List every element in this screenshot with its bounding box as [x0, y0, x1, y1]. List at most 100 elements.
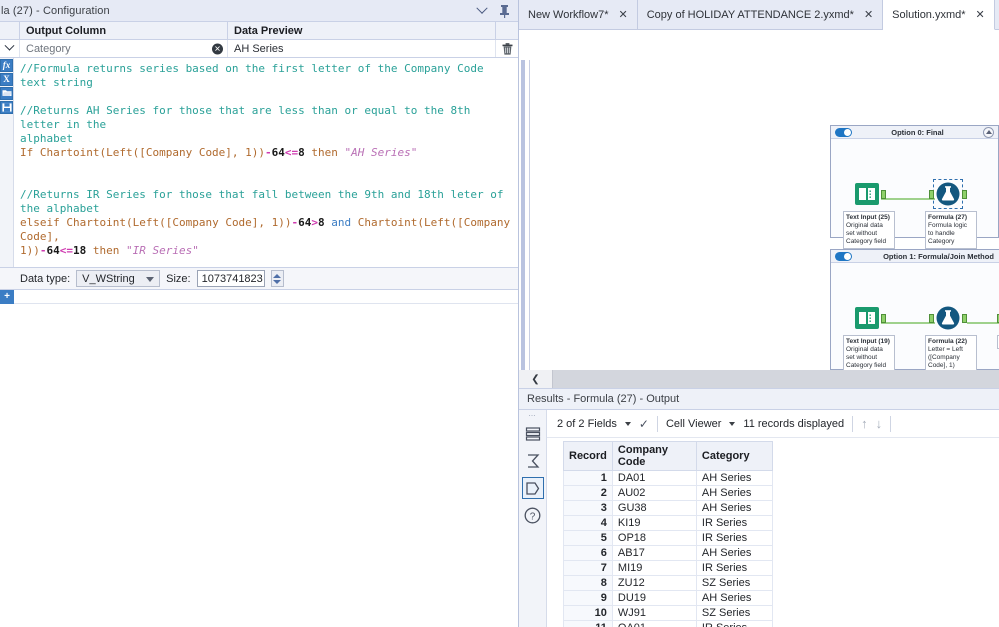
code-if-op1: - — [265, 146, 272, 159]
code-comment-1: //Formula returns series based on the fi… — [20, 62, 491, 89]
cell-company-code: DU19 — [611, 590, 697, 606]
sigma-summary-icon[interactable] — [522, 450, 544, 472]
results-split-bar[interactable]: ❮ — [519, 370, 999, 388]
close-icon[interactable]: ✕ — [976, 8, 985, 21]
clear-icon[interactable]: ✕ — [212, 43, 223, 54]
table-row[interactable]: 3 GU38 AH Series — [563, 500, 773, 516]
results-title: Results - Formula (27) - Output — [519, 389, 999, 410]
cell-viewer-label[interactable]: Cell Viewer — [666, 418, 721, 430]
cell-category: IR Series — [695, 530, 773, 546]
cell-record: 4 — [563, 515, 613, 531]
records-displayed-label: 11 records displayed — [743, 417, 845, 430]
table-row[interactable]: 5 OP18 IR Series — [563, 530, 773, 546]
table-list-icon[interactable] — [522, 423, 544, 445]
close-icon[interactable]: ✕ — [864, 8, 873, 21]
table-row[interactable]: 7 MI19 IR Series — [563, 560, 773, 576]
node-label-title: Text Input (19) — [846, 338, 890, 345]
close-icon[interactable]: ✕ — [619, 8, 628, 21]
results-table: Record Company Code Category 1 DA01 AH Ser… — [563, 441, 773, 627]
container-option-0[interactable]: Option 0: Final Text Input (25) Original… — [830, 125, 999, 249]
table-row[interactable]: 11QA01IR Series — [563, 620, 773, 627]
arrow-down-icon[interactable]: ↓ — [876, 416, 883, 431]
size-stepper[interactable] — [270, 270, 284, 287]
cell-record: 2 — [563, 485, 613, 501]
node-label-formula-22: Formula (22) Letter = Left ([Company Cod… — [925, 335, 977, 373]
output-column-input[interactable]: Category ✕ — [20, 40, 228, 57]
node-text-input-19[interactable] — [854, 305, 886, 331]
chevron-down-icon[interactable] — [474, 2, 490, 19]
arrow-up-icon[interactable]: ↑ — [861, 416, 868, 431]
table-body: 1 DA01 AH Series 2 AU02 AH Series 3 GU38 AH Se… — [563, 470, 773, 627]
code-elseif1-and: and — [331, 216, 352, 229]
table-row[interactable]: 2 AU02 AH Series — [563, 485, 773, 501]
size-value: 1073741823 — [201, 272, 263, 285]
container-option-1[interactable]: Option 1: Formula/Join Method Text Input… — [830, 249, 999, 373]
input-port[interactable] — [929, 190, 934, 199]
collapse-arrow-icon[interactable] — [983, 126, 994, 138]
table-row[interactable]: 8 ZU12 SZ Series — [563, 575, 773, 591]
tab-label: New Workflow7* — [528, 8, 609, 21]
node-formula-27[interactable] — [929, 179, 967, 209]
table-row[interactable]: 10 WJ91 SZ Series — [563, 605, 773, 621]
tab-copy-of-holiday-attendance[interactable]: Copy of HOLIDAY ATTENDANCE 2.yxmd* ✕ — [637, 0, 884, 29]
cell-company-code: GU38 — [611, 500, 697, 516]
node-label-text-input-25: Text Input (25) Original data set withou… — [843, 211, 895, 249]
output-column-row[interactable]: Category ✕ AH Series — [0, 40, 518, 58]
tab-numeric-values[interactable]: Numeric Values for — [994, 0, 999, 29]
cell-record: 9 — [563, 590, 613, 606]
code-comment-3: //Returns IR Series for those that fall … — [20, 188, 511, 215]
stepper-up-icon[interactable] — [273, 273, 282, 278]
code-elseif1-then: then — [92, 244, 120, 257]
column-header-company-code[interactable]: Company Code — [611, 441, 697, 471]
grid-header-output-column: Output Column — [20, 22, 228, 39]
connector-wire — [967, 322, 999, 324]
fields-count-label[interactable]: 2 of 2 Fields — [557, 418, 617, 430]
column-header-category[interactable]: Category — [695, 441, 773, 471]
input-port[interactable] — [929, 314, 934, 323]
help-question-icon[interactable]: ? — [522, 504, 544, 526]
column-header-record[interactable]: Record — [563, 441, 613, 471]
container-body: Text Input (19) Original data set withou… — [831, 263, 999, 373]
check-icon[interactable]: ✓ — [639, 417, 649, 431]
datatype-select[interactable]: V_WString — [76, 270, 161, 287]
output-port[interactable] — [962, 190, 967, 199]
fx-icon[interactable]: fx — [0, 59, 13, 72]
workflow-canvas[interactable]: Option 0: Final Text Input (25) Original… — [519, 30, 999, 400]
formula-editor[interactable]: fx X //Formula returns series based on t… — [0, 58, 518, 268]
pin-icon[interactable] — [496, 3, 512, 19]
x-icon[interactable]: X — [0, 73, 13, 86]
chevron-down-icon[interactable] — [729, 421, 736, 426]
cell-record: 1 — [563, 470, 613, 486]
size-input[interactable]: 1073741823 — [196, 270, 265, 287]
table-row[interactable]: 9 DU19 AH Series — [563, 590, 773, 606]
row-expand-toggle[interactable] — [0, 40, 20, 57]
stepper-down-icon[interactable] — [273, 279, 282, 284]
formula-code[interactable]: //Formula returns series based on the fi… — [14, 58, 518, 267]
save-disk-icon[interactable] — [0, 101, 13, 114]
container-header: Option 1: Formula/Join Method — [831, 250, 999, 263]
table-row[interactable]: 1 DA01 AH Series — [563, 470, 773, 486]
rail-drag-handle[interactable]: ⋯ — [526, 413, 540, 420]
open-folder-icon[interactable] — [0, 87, 13, 100]
connector-wire — [881, 198, 935, 200]
code-elseif1-n3: 64 — [46, 244, 60, 257]
container-title: Option 0: Final — [891, 127, 944, 137]
container-enable-toggle[interactable] — [835, 127, 852, 137]
trash-icon[interactable] — [496, 40, 518, 57]
tab-solution[interactable]: Solution.yxmd* ✕ — [883, 0, 995, 30]
node-formula-22[interactable] — [929, 305, 967, 331]
chevron-left-icon[interactable]: ❮ — [519, 370, 553, 388]
data-shape-icon[interactable] — [521, 477, 544, 499]
output-port[interactable] — [881, 314, 886, 323]
add-output-column-button[interactable]: + — [0, 290, 14, 304]
splitter-grip[interactable] — [521, 60, 525, 400]
output-port[interactable] — [881, 190, 886, 199]
table-row[interactable]: 6 AB17 AH Series — [563, 545, 773, 561]
tab-new-workflow7[interactable]: New Workflow7* ✕ — [519, 0, 638, 29]
canvas-left-splitter[interactable] — [519, 60, 530, 400]
node-text-input-25[interactable] — [854, 181, 886, 207]
output-port[interactable] — [962, 314, 967, 323]
chevron-down-icon[interactable] — [624, 421, 631, 426]
table-row[interactable]: 4 KI19 IR Series — [563, 515, 773, 531]
container-enable-toggle[interactable] — [835, 251, 852, 261]
